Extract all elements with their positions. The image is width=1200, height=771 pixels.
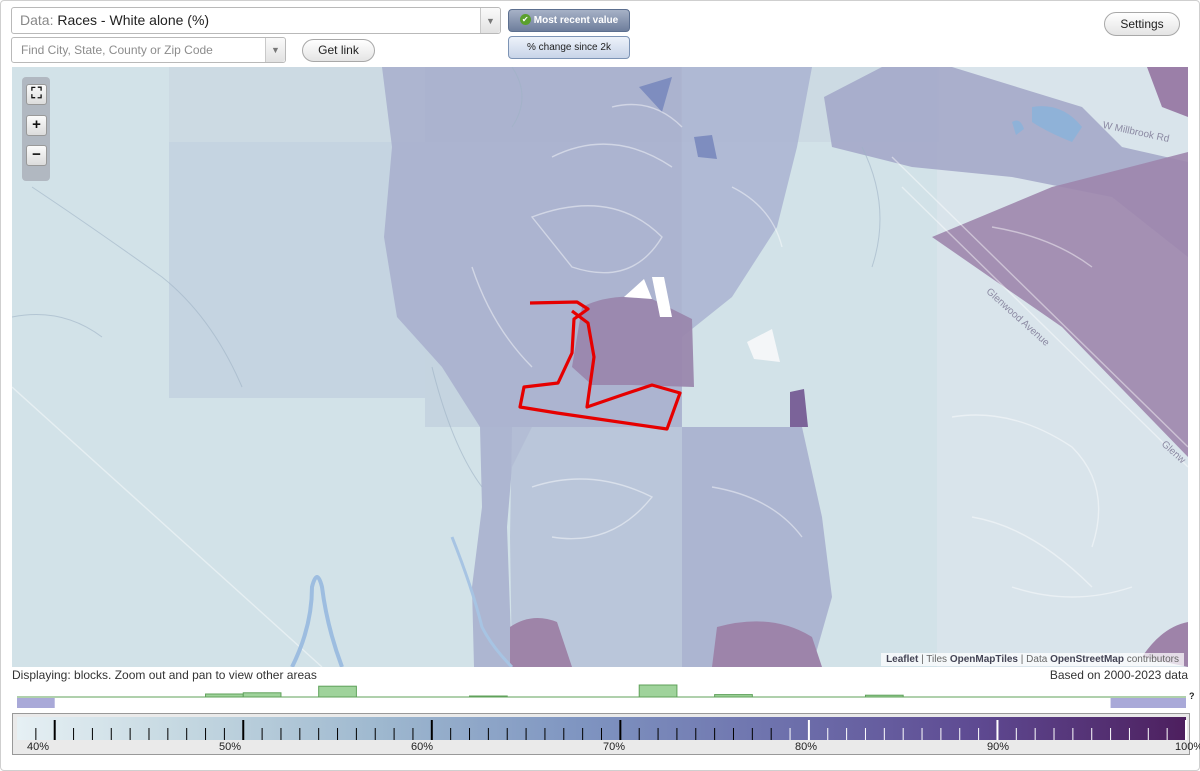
map-attribution: Leaflet | Tiles OpenMapTiles | Data Open… bbox=[881, 653, 1184, 666]
help-icon[interactable]: ? bbox=[1189, 691, 1195, 701]
histogram-bar bbox=[1110, 698, 1186, 708]
map-canvas bbox=[12, 67, 1188, 667]
legend-tick-label: 70% bbox=[603, 741, 626, 753]
zoom-controls: ⛶ + − bbox=[22, 77, 50, 181]
data-selector[interactable]: Data: Races - White alone (%) ▼ bbox=[11, 7, 501, 34]
location-search-input[interactable] bbox=[12, 38, 267, 62]
legend-tick-label: 60% bbox=[411, 741, 434, 753]
chevron-down-icon: ▼ bbox=[271, 45, 280, 55]
histogram-bar bbox=[714, 694, 753, 698]
histogram-bar bbox=[864, 694, 904, 698]
legend-tick-label: 100% bbox=[1175, 741, 1200, 753]
data-range-note: Based on 2000-2023 data bbox=[1049, 668, 1188, 682]
chevron-down-icon: ▼ bbox=[486, 16, 495, 26]
histogram-bar bbox=[638, 684, 678, 698]
legend-tick-label: 40% bbox=[27, 741, 50, 753]
zoom-in-button[interactable]: + bbox=[26, 115, 47, 136]
legend-tick-label: 90% bbox=[987, 741, 1010, 753]
fullscreen-icon: ⛶ bbox=[31, 85, 42, 102]
settings-button[interactable]: Settings bbox=[1104, 12, 1180, 36]
minus-icon: − bbox=[32, 146, 41, 163]
histogram-bar bbox=[242, 692, 282, 698]
location-search[interactable]: ▼ bbox=[11, 37, 286, 63]
histogram-bar bbox=[17, 698, 55, 708]
openmaptiles-link[interactable]: OpenMapTiles bbox=[950, 654, 1018, 665]
map-view[interactable]: W Millbrook Rd Glenwood Avenue Glenw ⛶ +… bbox=[12, 67, 1188, 667]
percent-change-toggle[interactable]: % change since 2k bbox=[508, 36, 630, 59]
histogram-bar bbox=[469, 695, 508, 698]
openstreetmap-link[interactable]: OpenStreetMap bbox=[1050, 654, 1124, 665]
histogram-bar bbox=[205, 693, 244, 698]
value-histogram bbox=[17, 684, 1186, 708]
histogram-bar bbox=[318, 685, 357, 698]
checkmark-icon: ✔ bbox=[519, 13, 531, 25]
plus-icon: + bbox=[32, 116, 41, 133]
location-search-dropdown-button[interactable]: ▼ bbox=[265, 38, 285, 62]
get-link-button[interactable]: Get link bbox=[302, 39, 375, 62]
color-legend[interactable]: 40% 50% 60% 70% 80% 90% 100% bbox=[12, 713, 1200, 755]
fit-bounds-button[interactable]: ⛶ bbox=[26, 84, 47, 105]
legend-tick-label: 50% bbox=[219, 741, 242, 753]
display-status: Displaying: blocks. Zoom out and pan to … bbox=[12, 668, 317, 682]
leaflet-link[interactable]: Leaflet bbox=[886, 654, 918, 665]
most-recent-value-toggle[interactable]: ✔ Most recent value bbox=[508, 9, 630, 32]
legend-ticks bbox=[35, 720, 1187, 740]
zoom-out-button[interactable]: − bbox=[26, 145, 47, 166]
data-selector-dropdown-button[interactable]: ▼ bbox=[480, 8, 500, 33]
data-selector-text: Data: Races - White alone (%) bbox=[20, 12, 210, 28]
legend-tick-label: 80% bbox=[795, 741, 818, 753]
